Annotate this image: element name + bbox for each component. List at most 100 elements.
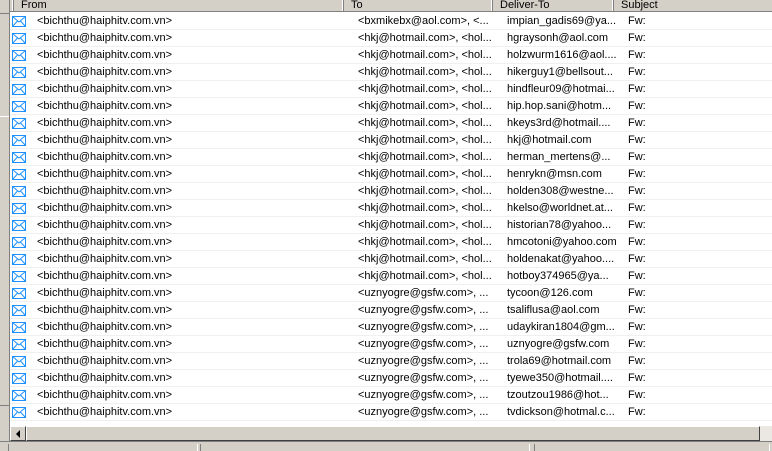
message-icon-cell (10, 404, 34, 420)
envelope-icon (12, 135, 26, 146)
horizontal-scroll-thumb[interactable] (26, 426, 760, 441)
column-header-deliver-to[interactable]: Deliver-To (493, 0, 614, 11)
left-pane-edge (0, 0, 10, 451)
message-row[interactable]: <bichthu@haiphitv.com.vn> <uznyogre@gsfw.… (10, 387, 772, 404)
message-icon-cell (10, 166, 34, 182)
message-row[interactable]: <bichthu@haiphitv.com.vn> <hkj@hotmail.co… (10, 30, 772, 47)
message-from: <bichthu@haiphitv.com.vn> (37, 202, 173, 214)
message-row[interactable]: <bichthu@haiphitv.com.vn> <uznyogre@gsfw.… (10, 319, 772, 336)
message-icon-cell (10, 13, 34, 29)
message-to: <hkj@hotmail.com>, <hol... (358, 49, 492, 61)
message-icon-cell (10, 319, 34, 335)
message-to: <uznyogre@gsfw.com>, ... (358, 355, 489, 367)
message-row[interactable]: <bichthu@haiphitv.com.vn> <uznyogre@gsfw.… (10, 285, 772, 302)
envelope-icon (12, 237, 26, 248)
message-from: <bichthu@haiphitv.com.vn> (37, 355, 173, 367)
message-subject: Fw: (628, 338, 646, 350)
message-icon-cell (10, 370, 34, 386)
message-deliver-to: hotboy374965@ya... (507, 270, 609, 282)
message-row[interactable]: <bichthu@haiphitv.com.vn> <hkj@hotmail.co… (10, 217, 772, 234)
message-subject: Fw: (628, 389, 646, 401)
message-from: <bichthu@haiphitv.com.vn> (37, 253, 173, 265)
envelope-icon (12, 16, 26, 27)
message-deliver-to: holdenakat@yahoo.... (507, 253, 615, 265)
message-row[interactable]: <bichthu@haiphitv.com.vn> <hkj@hotmail.co… (10, 132, 772, 149)
message-subject: Fw: (628, 185, 646, 197)
message-to: <hkj@hotmail.com>, <hol... (358, 100, 492, 112)
message-to: <hkj@hotmail.com>, <hol... (358, 168, 492, 180)
message-row[interactable]: <bichthu@haiphitv.com.vn> <hkj@hotmail.co… (10, 200, 772, 217)
column-header-to[interactable]: To (344, 0, 493, 11)
message-from: <bichthu@haiphitv.com.vn> (37, 32, 173, 44)
envelope-icon (12, 203, 26, 214)
message-row[interactable]: <bichthu@haiphitv.com.vn> <hkj@hotmail.co… (10, 166, 772, 183)
message-from: <bichthu@haiphitv.com.vn> (37, 372, 173, 384)
message-to: <hkj@hotmail.com>, <hol... (358, 117, 492, 129)
message-subject: Fw: (628, 321, 646, 333)
message-subject: Fw: (628, 287, 646, 299)
message-deliver-to: holzwurm1616@aol.... (507, 49, 617, 61)
column-header-from[interactable]: From (14, 0, 344, 11)
message-list: From To Deliver-To Subject <bichthu@haip… (10, 0, 772, 425)
message-deliver-to: hkeys3rd@hotmail.... (507, 117, 611, 129)
message-to: <hkj@hotmail.com>, <hol... (358, 270, 492, 282)
message-subject: Fw: (628, 100, 646, 112)
message-deliver-to: hindfleur09@hotmai... (507, 83, 615, 95)
message-subject: Fw: (628, 117, 646, 129)
message-icon-cell (10, 251, 34, 267)
message-to: <hkj@hotmail.com>, <hol... (358, 151, 492, 163)
message-icon-cell (10, 234, 34, 250)
message-row[interactable]: <bichthu@haiphitv.com.vn> <hkj@hotmail.co… (10, 183, 772, 200)
message-row[interactable]: <bichthu@haiphitv.com.vn> <hkj@hotmail.co… (10, 47, 772, 64)
message-to: <uznyogre@gsfw.com>, ... (358, 338, 489, 350)
message-from: <bichthu@haiphitv.com.vn> (37, 49, 173, 61)
message-row[interactable]: <bichthu@haiphitv.com.vn> <hkj@hotmail.co… (10, 149, 772, 166)
message-icon-cell (10, 302, 34, 318)
envelope-icon (12, 407, 26, 418)
message-from: <bichthu@haiphitv.com.vn> (37, 168, 173, 180)
message-icon-cell (10, 64, 34, 80)
status-segment (8, 444, 198, 451)
message-to: <uznyogre@gsfw.com>, ... (358, 321, 489, 333)
message-from: <bichthu@haiphitv.com.vn> (37, 406, 173, 418)
message-icon-cell (10, 132, 34, 148)
envelope-icon (12, 169, 26, 180)
envelope-icon (12, 33, 26, 44)
message-icon-cell (10, 47, 34, 63)
envelope-icon (12, 271, 26, 282)
message-row[interactable]: <bichthu@haiphitv.com.vn> <uznyogre@gsfw.… (10, 353, 772, 370)
message-row[interactable]: <bichthu@haiphitv.com.vn> <hkj@hotmail.co… (10, 64, 772, 81)
message-from: <bichthu@haiphitv.com.vn> (37, 304, 173, 316)
envelope-icon (12, 152, 26, 163)
scroll-left-button[interactable] (10, 426, 26, 441)
left-pane-scroll-top (0, 0, 9, 14)
message-deliver-to: hip.hop.sani@hotm... (507, 100, 612, 112)
message-row[interactable]: <bichthu@haiphitv.com.vn> <bxmikebx@aol.c… (10, 13, 772, 30)
message-from: <bichthu@haiphitv.com.vn> (37, 236, 173, 248)
message-row[interactable]: <bichthu@haiphitv.com.vn> <hkj@hotmail.co… (10, 81, 772, 98)
left-pane-scroll-thumb[interactable] (0, 116, 9, 406)
envelope-icon (12, 101, 26, 112)
message-row[interactable]: <bichthu@haiphitv.com.vn> <hkj@hotmail.co… (10, 268, 772, 285)
message-subject: Fw: (628, 253, 646, 265)
message-rows: <bichthu@haiphitv.com.vn> <bxmikebx@aol.c… (10, 13, 772, 421)
column-header: From To Deliver-To Subject (10, 0, 772, 12)
message-row[interactable]: <bichthu@haiphitv.com.vn> <hkj@hotmail.co… (10, 234, 772, 251)
message-row[interactable]: <bichthu@haiphitv.com.vn> <uznyogre@gsfw.… (10, 302, 772, 319)
message-row[interactable]: <bichthu@haiphitv.com.vn> <uznyogre@gsfw.… (10, 336, 772, 353)
message-subject: Fw: (628, 49, 646, 61)
envelope-icon (12, 186, 26, 197)
message-row[interactable]: <bichthu@haiphitv.com.vn> <uznyogre@gsfw.… (10, 370, 772, 387)
message-subject: Fw: (628, 202, 646, 214)
column-header-subject[interactable]: Subject (614, 0, 772, 11)
status-segment (200, 444, 530, 451)
message-deliver-to: tyewe350@hotmail.... (507, 372, 613, 384)
message-row[interactable]: <bichthu@haiphitv.com.vn> <uznyogre@gsfw.… (10, 404, 772, 421)
horizontal-scrollbar[interactable] (10, 425, 772, 441)
message-row[interactable]: <bichthu@haiphitv.com.vn> <hkj@hotmail.co… (10, 115, 772, 132)
message-subject: Fw: (628, 66, 646, 78)
message-deliver-to: hgraysonh@aol.com (507, 32, 609, 44)
message-row[interactable]: <bichthu@haiphitv.com.vn> <hkj@hotmail.co… (10, 98, 772, 115)
message-row[interactable]: <bichthu@haiphitv.com.vn> <hkj@hotmail.co… (10, 251, 772, 268)
message-to: <hkj@hotmail.com>, <hol... (358, 66, 492, 78)
